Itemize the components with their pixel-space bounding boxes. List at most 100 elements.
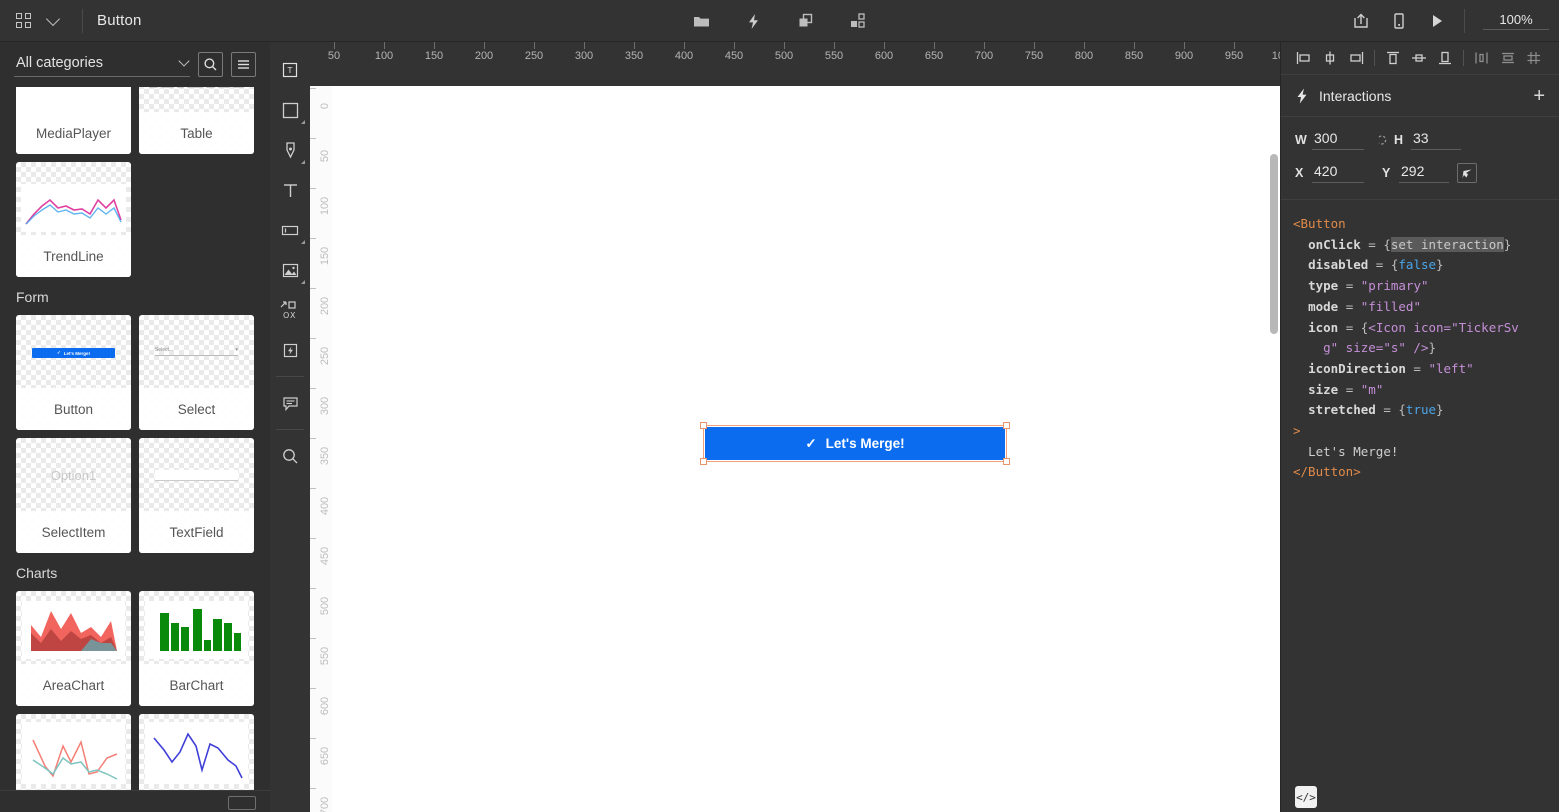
align-right-button[interactable]	[1343, 45, 1369, 71]
library-item-select[interactable]: Select... ▾ Select	[139, 315, 254, 430]
list-view-button[interactable]	[231, 52, 256, 77]
tool-rail: T O X	[270, 42, 310, 812]
library-resize-handle[interactable]	[228, 796, 256, 810]
library-item-label: BarChart	[139, 664, 254, 706]
alignment-divider-2	[1463, 50, 1464, 66]
pointer-icon	[1462, 169, 1471, 178]
tool-rectangle[interactable]	[270, 90, 310, 130]
pen-icon	[285, 141, 295, 158]
ruler-tick	[384, 42, 385, 49]
grid-layout-button[interactable]	[1521, 45, 1547, 71]
width-input[interactable]: 300	[1312, 130, 1364, 150]
interactions-button[interactable]	[739, 6, 769, 36]
tool-artboard[interactable]: T	[270, 50, 310, 90]
category-select-value: All categories	[16, 55, 104, 71]
library-item-textfield[interactable]: TextField	[139, 438, 254, 553]
ruler-tick	[484, 42, 485, 49]
x-input[interactable]: 420	[1312, 163, 1364, 183]
tool-transform[interactable]: O X	[270, 290, 310, 330]
code-toggle-button[interactable]: </>	[1295, 786, 1317, 808]
tool-comment[interactable]	[270, 383, 310, 423]
library-scroll-area[interactable]: MediaPlayer Table TrendLine Form ✓ Let's…	[0, 87, 270, 812]
align-center-horizontal-button[interactable]	[1317, 45, 1343, 71]
tool-submenu-indicator	[301, 240, 305, 244]
folder-button[interactable]	[687, 6, 717, 36]
preview-device-button[interactable]	[1384, 6, 1414, 36]
library-item-button[interactable]: ✓ Let's Merge! Button	[16, 315, 131, 430]
ruler-tick	[534, 42, 535, 49]
tool-pen[interactable]	[270, 130, 310, 170]
app-menu-chevron-button[interactable]	[38, 6, 68, 36]
ruler-label: 100	[374, 50, 394, 62]
ruler-tick	[884, 42, 885, 49]
distribute-horizontal-icon	[1475, 52, 1488, 64]
library-item-trendline[interactable]: TrendLine	[16, 162, 131, 277]
select-preview: Select... ▾	[139, 337, 254, 365]
tool-interaction[interactable]	[270, 330, 310, 370]
ruler-label: 200	[474, 50, 494, 62]
library-item-selectitem[interactable]: Option1 SelectItem	[16, 438, 131, 553]
y-input[interactable]: 292	[1399, 163, 1449, 183]
tool-text[interactable]	[270, 170, 310, 210]
ruler-label: 700	[974, 50, 994, 62]
align-left-button[interactable]	[1291, 45, 1317, 71]
export-button[interactable]	[1346, 6, 1376, 36]
aspect-ratio-lock-icon[interactable]	[1372, 133, 1394, 147]
folder-icon	[694, 16, 709, 26]
button-preview: ✓ Let's Merge!	[16, 339, 131, 367]
ruler-label: 350	[319, 446, 331, 466]
align-middle-vertical-button[interactable]	[1406, 45, 1432, 71]
align-top-button[interactable]	[1380, 45, 1406, 71]
duplicate-button[interactable]	[791, 6, 821, 36]
inspector-panel: Interactions + W 300 H 33 X 420 Y 292 <B…	[1280, 42, 1559, 812]
svg-text:T: T	[287, 66, 293, 75]
canvas-button-element[interactable]: ✓ Let's Merge!	[705, 427, 1005, 460]
components-button[interactable]	[843, 6, 873, 36]
ruler-label: 400	[674, 50, 694, 62]
width-label: W	[1295, 133, 1307, 147]
library-item-label: TextField	[139, 511, 254, 553]
library-item-areachart[interactable]: AreaChart	[16, 591, 131, 706]
pointer-icon-button[interactable]	[1457, 163, 1477, 183]
tool-zoom[interactable]	[270, 436, 310, 476]
page-title: Button	[97, 12, 142, 29]
height-input[interactable]: 33	[1411, 130, 1461, 150]
ruler-tick	[934, 42, 935, 49]
distribute-vertical-button[interactable]	[1495, 45, 1521, 71]
library-group-title-charts: Charts	[16, 565, 58, 581]
canvas-vertical-scrollbar[interactable]	[1270, 154, 1278, 334]
library-item-mediaplayer[interactable]: MediaPlayer	[16, 87, 131, 154]
app-menu-button[interactable]	[8, 6, 38, 36]
design-canvas[interactable]: ✓ Let's Merge!	[332, 86, 1280, 812]
run-button[interactable]	[1422, 6, 1452, 36]
ruler-label: 550	[319, 646, 331, 666]
align-bottom-button[interactable]	[1432, 45, 1458, 71]
library-group-form: ✓ Let's Merge! Button Select... ▾ Select	[0, 315, 270, 553]
add-interaction-button[interactable]: +	[1533, 86, 1545, 106]
library-footer	[0, 790, 270, 812]
search-button[interactable]	[198, 52, 223, 77]
code-preview[interactable]: <Button onClick = {set interaction} disa…	[1281, 200, 1559, 483]
vertical-ruler[interactable]: 0 50 100 150 200 250 300 350 400 450 500 550 600 650 7…	[310, 86, 332, 812]
linechart-red-preview	[22, 722, 125, 784]
alignment-divider	[1374, 50, 1375, 66]
rectangle-icon	[282, 102, 298, 118]
ruler-label: 850	[1124, 50, 1144, 62]
align-top-icon	[1387, 51, 1399, 65]
zoom-level[interactable]: 100%	[1483, 12, 1549, 30]
library-group-0: MediaPlayer Table TrendLine	[0, 87, 270, 277]
library-item-barchart[interactable]: BarChart	[139, 591, 254, 706]
code-tag-gt: >	[1293, 423, 1301, 439]
category-select[interactable]: All categories	[14, 52, 190, 77]
library-item-table[interactable]: Table	[139, 87, 254, 154]
distribute-horizontal-button[interactable]	[1469, 45, 1495, 71]
tool-input[interactable]	[270, 210, 310, 250]
horizontal-ruler[interactable]: 50 100 150 200 250 300 350 400 450 500 550 600 650 70…	[310, 42, 1280, 86]
code-prop-line: g" size="s" />}	[1293, 340, 1436, 356]
align-middle-vertical-icon	[1412, 54, 1426, 62]
ruler-tick	[310, 738, 316, 739]
device-icon	[1394, 13, 1404, 29]
chevron-down-icon: ▾	[235, 346, 238, 353]
tool-image[interactable]	[270, 250, 310, 290]
ruler-label: 500	[319, 596, 331, 616]
